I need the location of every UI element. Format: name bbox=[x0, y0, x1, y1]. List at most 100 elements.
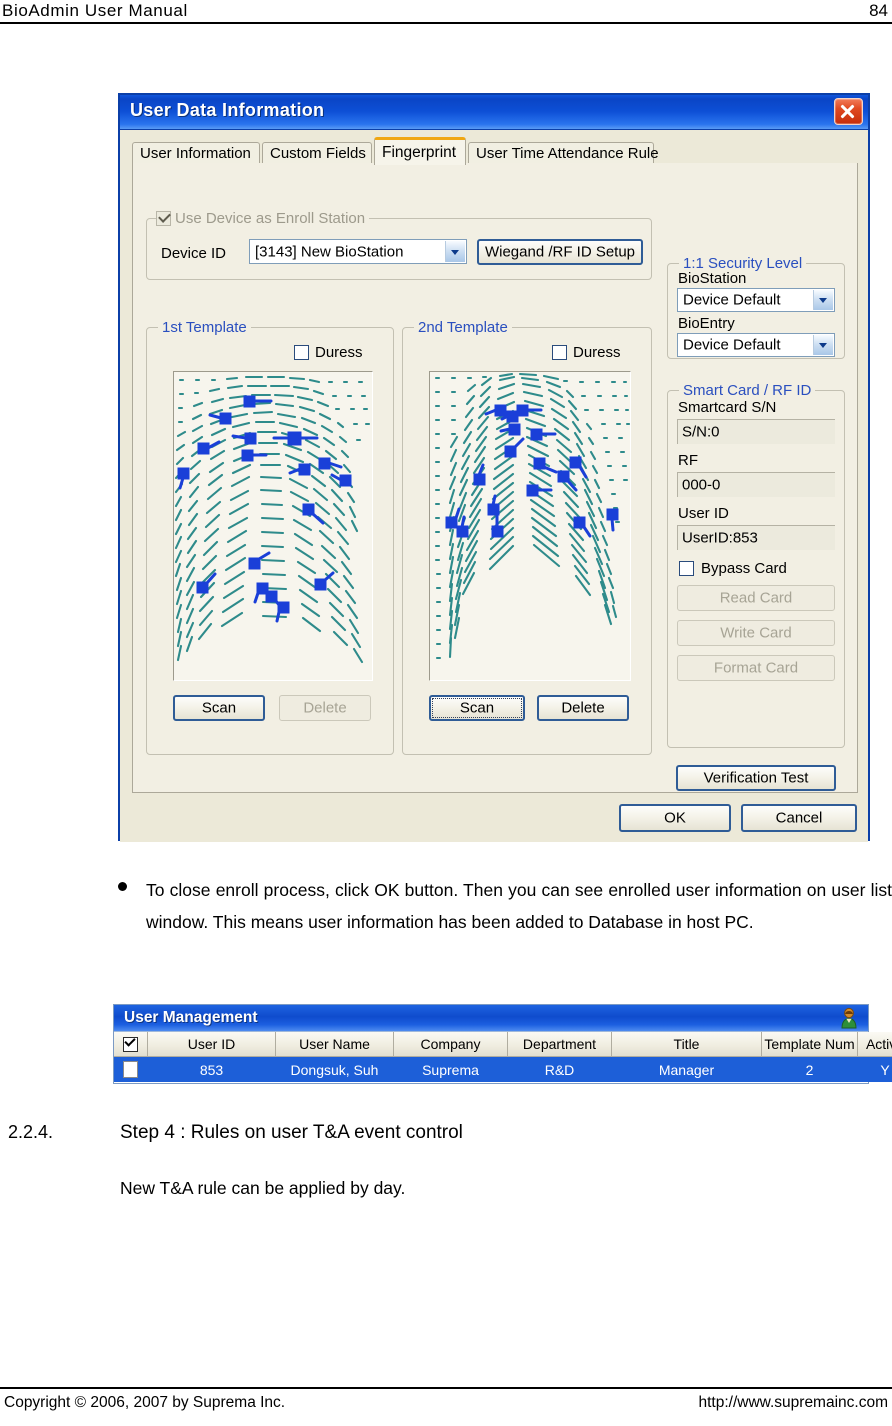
select-all-checkbox[interactable] bbox=[123, 1034, 138, 1052]
template-2-duress-label: Duress bbox=[573, 344, 621, 361]
column-header-user-id[interactable]: User ID bbox=[148, 1032, 276, 1057]
rf-value: 000-0 bbox=[682, 476, 721, 494]
column-header-active[interactable]: Active bbox=[858, 1032, 892, 1057]
biostation-security-combobox[interactable]: Device Default bbox=[677, 288, 835, 312]
bioentry-label: BioEntry bbox=[678, 315, 735, 332]
biostation-security-value: Device Default bbox=[683, 291, 781, 309]
template-1-delete-label: Delete bbox=[303, 699, 347, 717]
template-1-scan-button[interactable]: Scan bbox=[173, 695, 265, 721]
select-all-header-cell[interactable] bbox=[114, 1032, 148, 1057]
use-device-as-enroll-station-checkbox[interactable] bbox=[156, 210, 171, 226]
page-number: 84 bbox=[869, 1, 888, 20]
template-2-group-title: 2nd Template bbox=[414, 319, 512, 336]
bypass-card-checkbox[interactable] bbox=[679, 561, 694, 576]
smartcard-user-id-label: User ID bbox=[678, 505, 729, 522]
template-2-fingerprint-image bbox=[429, 371, 631, 681]
rf-field[interactable]: 000-0 bbox=[677, 472, 835, 497]
copyright-text: Copyright © 2006, 2007 by Suprema Inc. bbox=[4, 1394, 286, 1411]
wiegand-rfid-setup-button[interactable]: Wiegand /RF ID Setup bbox=[477, 239, 643, 265]
cell-department: R&D bbox=[508, 1057, 612, 1082]
column-header-company[interactable]: Company bbox=[394, 1032, 508, 1057]
cell-user-id: 853 bbox=[148, 1057, 276, 1082]
ok-label: OK bbox=[664, 809, 686, 827]
tab-fingerprint-label: Fingerprint bbox=[382, 144, 457, 161]
tab-user-information-label: User Information bbox=[140, 145, 251, 162]
template-2-duress-checkbox[interactable] bbox=[552, 345, 567, 360]
tab-custom-fields[interactable]: Custom Fields bbox=[262, 142, 372, 164]
enroll-station-group-title: Use Device as Enroll Station bbox=[171, 210, 370, 227]
chevron-down-icon[interactable] bbox=[813, 335, 833, 355]
template-2-delete-button[interactable]: Delete bbox=[537, 695, 629, 721]
column-header-department[interactable]: Department bbox=[508, 1032, 612, 1057]
template-2-group: 2nd Template Duress Scan Delete bbox=[402, 319, 652, 755]
biostation-label: BioStation bbox=[678, 270, 747, 287]
template-1-group-title: 1st Template bbox=[158, 319, 251, 336]
template-1-duress-label: Duress bbox=[315, 344, 363, 361]
user-management-window: User Management User ID User Name Compan… bbox=[113, 1004, 892, 1084]
chevron-down-icon[interactable] bbox=[813, 290, 833, 310]
fingerprint-1-svg bbox=[174, 375, 371, 664]
device-id-combobox[interactable]: [3143] New BioStation bbox=[249, 239, 467, 264]
smartcard-sn-field[interactable]: S/N:0 bbox=[677, 419, 835, 444]
column-header-title[interactable]: Title bbox=[612, 1032, 762, 1057]
footer-rule bbox=[0, 1387, 892, 1389]
verification-test-button[interactable]: Verification Test bbox=[676, 765, 836, 791]
header-rule bbox=[0, 22, 892, 24]
user-management-title: User Management bbox=[124, 1009, 258, 1026]
format-card-button: Format Card bbox=[677, 655, 835, 681]
template-1-duress-checkbox[interactable] bbox=[294, 345, 309, 360]
bypass-card-label: Bypass Card bbox=[701, 560, 787, 577]
tab-fingerprint[interactable]: Fingerprint bbox=[374, 137, 466, 165]
row-select-checkbox[interactable] bbox=[123, 1061, 138, 1078]
bioentry-security-value: Device Default bbox=[683, 336, 781, 354]
cell-user-name: Dongsuk, Suh bbox=[276, 1057, 394, 1082]
template-1-scan-label: Scan bbox=[201, 699, 237, 717]
chevron-down-icon[interactable] bbox=[445, 241, 465, 262]
format-card-label: Format Card bbox=[713, 659, 799, 677]
row-select-cell[interactable] bbox=[114, 1057, 148, 1082]
column-header-template-num[interactable]: Template Num bbox=[762, 1032, 858, 1057]
bioentry-security-combobox[interactable]: Device Default bbox=[677, 333, 835, 357]
template-2-scan-button[interactable]: Scan bbox=[429, 695, 525, 721]
smartcard-sn-value: S/N:0 bbox=[682, 423, 720, 441]
fingerprint-tab-panel: Use Device as Enroll Station Device ID [… bbox=[132, 163, 858, 793]
read-card-label: Read Card bbox=[719, 589, 793, 607]
ok-button[interactable]: OK bbox=[619, 804, 731, 832]
user-data-information-dialog: User Data Information User Information C… bbox=[118, 93, 870, 842]
template-1-group: 1st Template Duress Scan Delete bbox=[146, 319, 394, 755]
template-2-scan-label: Scan bbox=[459, 699, 495, 717]
tab-user-information[interactable]: User Information bbox=[132, 142, 260, 164]
smartcard-user-id-field[interactable]: UserID:853 bbox=[677, 525, 835, 550]
template-2-delete-label: Delete bbox=[561, 699, 605, 717]
tab-user-time-attendance-rule-label: User Time Attendance Rule bbox=[476, 145, 659, 162]
page-footer: Copyright © 2006, 2007 by Suprema Inc. h… bbox=[0, 1392, 892, 1422]
section-title: Step 4 : Rules on user T&A event control bbox=[120, 1122, 463, 1143]
bullet-row: To close enroll process, click OK button… bbox=[110, 874, 892, 938]
bullet-paragraph: To close enroll process, click OK button… bbox=[110, 874, 892, 938]
section-body-text: New T&A rule can be applied by day. bbox=[120, 1178, 406, 1198]
wiegand-rfid-setup-label: Wiegand /RF ID Setup bbox=[484, 243, 636, 261]
close-icon[interactable] bbox=[834, 98, 863, 125]
dialog-body: User Information Custom Fields Fingerpri… bbox=[120, 130, 868, 842]
cell-company: Suprema bbox=[394, 1057, 508, 1082]
bullet-text: To close enroll process, click OK button… bbox=[146, 880, 892, 932]
user-management-titlebar: User Management bbox=[114, 1005, 868, 1032]
person-icon bbox=[838, 1007, 860, 1029]
column-header-user-name[interactable]: User Name bbox=[276, 1032, 394, 1057]
device-id-value: [3143] New BioStation bbox=[255, 243, 404, 260]
user-management-grid: User ID User Name Company Department Tit… bbox=[114, 1032, 892, 1082]
person-icon-svg bbox=[841, 1007, 857, 1029]
device-id-label: Device ID bbox=[161, 245, 227, 262]
verification-test-label: Verification Test bbox=[703, 769, 809, 787]
table-row[interactable]: 853 Dongsuk, Suh Suprema R&D Manager 2 Y bbox=[114, 1057, 892, 1082]
cancel-button[interactable]: Cancel bbox=[741, 804, 857, 832]
tab-custom-fields-label: Custom Fields bbox=[270, 145, 366, 162]
tab-user-time-attendance-rule[interactable]: User Time Attendance Rule bbox=[468, 142, 659, 164]
cancel-label: Cancel bbox=[775, 809, 823, 827]
bullet-icon bbox=[118, 882, 127, 891]
cell-template-num: 2 bbox=[762, 1057, 858, 1082]
fingerprint-2-svg bbox=[434, 372, 630, 660]
checkmark-icon bbox=[124, 1034, 136, 1047]
smart-card-group: Smart Card / RF ID Smartcard S/N S/N:0 R… bbox=[667, 382, 845, 748]
checkmark-icon bbox=[158, 210, 171, 223]
